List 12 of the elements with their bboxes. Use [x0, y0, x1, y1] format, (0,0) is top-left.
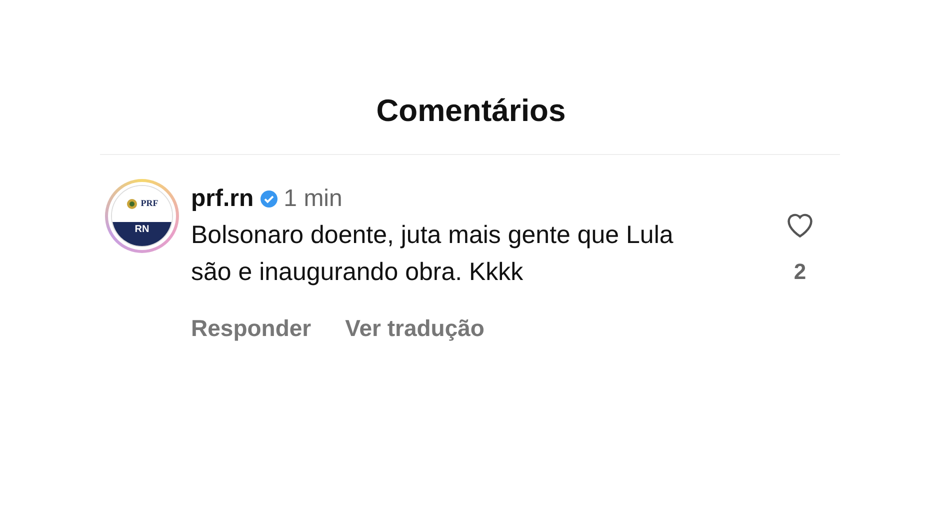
- comment-action-link[interactable]: Ver tradução: [345, 311, 484, 346]
- avatar[interactable]: PRF RN: [105, 179, 179, 253]
- comment-action-link[interactable]: Responder: [191, 311, 312, 346]
- avatar-text: RN: [134, 223, 150, 237]
- heart-icon[interactable]: [785, 211, 815, 239]
- panel-title: Comentários: [376, 92, 566, 130]
- badge-icon: [126, 198, 138, 210]
- username[interactable]: prf.rn: [191, 181, 254, 217]
- comment-time: 1 min: [284, 184, 342, 214]
- like-count: 2: [794, 258, 806, 286]
- avatar-text: PRF: [140, 197, 158, 210]
- comment-text: Bolsonaro doente, juta mais gente que Lula são e inaugurando obra. Kkkk: [191, 220, 674, 288]
